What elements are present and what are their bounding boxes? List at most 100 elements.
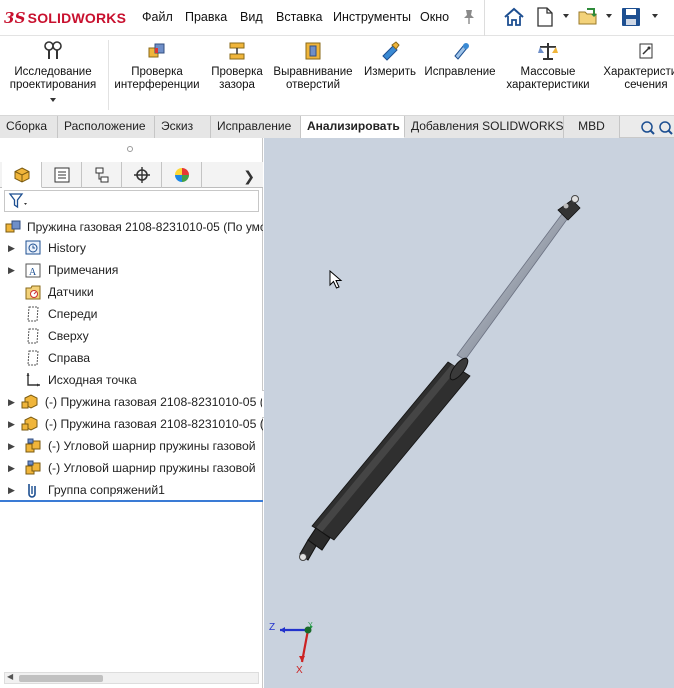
triad-z-label: Z [269,622,275,633]
tab-layout[interactable]: Расположение [58,116,155,138]
tree-item-angle-joint-2[interactable]: ▶ (-) Угловой шарнир пружины газовой [0,458,263,478]
interference-label: Проверка интерференции [114,66,200,91]
origin-icon [24,371,42,389]
open-dropdown-caret[interactable] [606,14,612,18]
menu-window[interactable]: Окно [420,10,449,24]
tree-end-marker [0,500,263,502]
ds-logo-mark: 3S [4,9,26,27]
tab-analyze[interactable]: Анализировать [301,116,405,138]
tree-filter-box[interactable] [4,190,259,212]
subassembly-icon [24,459,42,477]
property-manager-icon [54,167,69,183]
tab-mbd[interactable]: MBD [564,116,620,138]
solidworks-logo[interactable]: 3S SOLIDWORKS [4,8,126,28]
open-icon[interactable] [576,5,600,29]
expand-arrow-icon[interactable]: ▶ [8,419,15,430]
mates-icon [24,481,42,499]
interference-icon [148,43,165,58]
menu-file[interactable]: Файл [142,10,173,24]
zoom-to-fit-icon[interactable] [641,121,655,135]
configuration-manager-icon [95,167,108,183]
mass-properties-label: Массовые характеристики [506,66,590,91]
triad-y-label: Y [308,622,313,629]
panel-tabs: ❯ [0,162,263,188]
graphics-viewport[interactable] [264,138,674,688]
save-icon[interactable] [619,5,643,29]
feature-manager-icon [14,166,29,183]
tree-item-label: Сверху [48,329,89,343]
tab-property-manager[interactable] [42,162,82,188]
design-study-button[interactable]: Исследование проектирования [2,40,104,92]
tree-item-angle-joint-1[interactable]: ▶ (-) Угловой шарнир пружины газовой [0,436,263,456]
plane-icon [24,305,42,323]
menu-tools[interactable]: Инструменты [333,10,411,24]
menu-view[interactable]: Вид [240,10,263,24]
repair-button[interactable]: Исправление [422,40,498,79]
expand-arrow-icon[interactable]: ▶ [8,265,18,276]
expand-arrow-icon[interactable]: ▶ [8,485,18,496]
mass-properties-button[interactable]: Массовые характеристики [502,40,594,92]
hole-alignment-button[interactable]: Выравнивание отверстий [270,40,356,92]
tab-repair[interactable]: Исправление [211,116,301,138]
tab-assembly[interactable]: Сборка [0,116,58,138]
design-study-caret[interactable] [50,98,56,102]
clearance-icon [229,42,245,60]
save-dropdown-caret[interactable] [652,14,658,18]
subassembly-icon [24,437,42,455]
tree-root-assembly[interactable]: Пружина газовая 2108-8231010-05 (По умс [4,218,263,236]
tab-solidworks-addins[interactable]: Добавления SOLIDWORKS [405,116,564,138]
tree-item-gas-spring-part-1[interactable]: ▶ (-) Пружина газовая 2108-8231010-05 (и [0,392,263,412]
hole-alignment-icon [305,42,321,60]
clearance-button[interactable]: Проверка зазора [205,40,269,92]
tree-item-label: Группа сопряжений1 [48,483,165,497]
new-dropdown-caret[interactable] [563,14,569,18]
tree-item-right-plane[interactable]: Справа [0,348,263,368]
tree-horizontal-scrollbar[interactable]: ◀ [4,672,259,684]
expand-arrow-icon[interactable]: ▶ [8,441,18,452]
new-document-icon[interactable] [533,5,557,29]
measure-button[interactable]: Измерить [360,40,420,79]
tree-item-gas-spring-part-2[interactable]: ▶ (-) Пружина газовая 2108-8231010-05 (и [0,414,263,434]
home-icon[interactable] [502,5,526,29]
expand-arrow-icon[interactable]: ▶ [8,463,18,474]
filter-icon[interactable] [8,192,30,210]
tree-item-history[interactable]: ▶ History [0,238,263,258]
tree-item-mate-group[interactable]: ▶ Группа сопряжений1 [0,480,263,500]
piston-rod [456,213,569,361]
tree-item-origin[interactable]: Исходная точка [0,370,263,390]
tree-item-front-plane[interactable]: Спереди [0,304,263,324]
section-properties-button[interactable]: Характеристики сечения [598,40,674,92]
tree-item-label: Датчики [48,285,94,299]
tab-sketch[interactable]: Эскиз [155,116,211,138]
clearance-label: Проверка зазора [211,66,263,91]
scrollbar-thumb[interactable] [19,675,103,682]
plane-icon [24,349,42,367]
interference-button[interactable]: Проверка интерференции [112,40,202,92]
orientation-triad: Z X Y [269,622,313,676]
tree-root-label: Пружина газовая 2108-8231010-05 (По умс [27,220,263,234]
plane-icon [24,327,42,345]
expand-arrow-icon[interactable]: ▶ [8,397,15,408]
measure-icon [382,41,400,61]
tree-item-sensors[interactable]: Датчики [0,282,263,302]
tree-item-top-plane[interactable]: Сверху [0,326,263,346]
menu-insert[interactable]: Вставка [276,10,322,24]
design-study-icon [44,41,62,59]
expand-arrow-icon[interactable]: ▶ [8,243,18,254]
tree-item-label: Спереди [48,307,98,321]
panel-tabs-more-chevron-icon[interactable]: ❯ [243,168,255,185]
tab-feature-manager[interactable] [2,162,42,188]
menu-edit[interactable]: Правка [185,10,227,24]
tab-dimxpert[interactable] [122,162,162,188]
tab-display-manager[interactable] [162,162,202,188]
panel-grip-handle[interactable] [127,146,133,152]
sensors-icon [24,283,42,301]
view-zoom-icons[interactable] [638,118,674,138]
command-separator [108,40,109,110]
gas-spring-model [299,195,581,561]
zoom-area-icon[interactable] [659,121,673,135]
scroll-left-arrow-icon[interactable]: ◀ [7,672,13,681]
pin-icon[interactable] [462,9,476,25]
tab-configuration-manager[interactable] [82,162,122,188]
tree-item-annotations[interactable]: ▶ A Примечания [0,260,263,280]
